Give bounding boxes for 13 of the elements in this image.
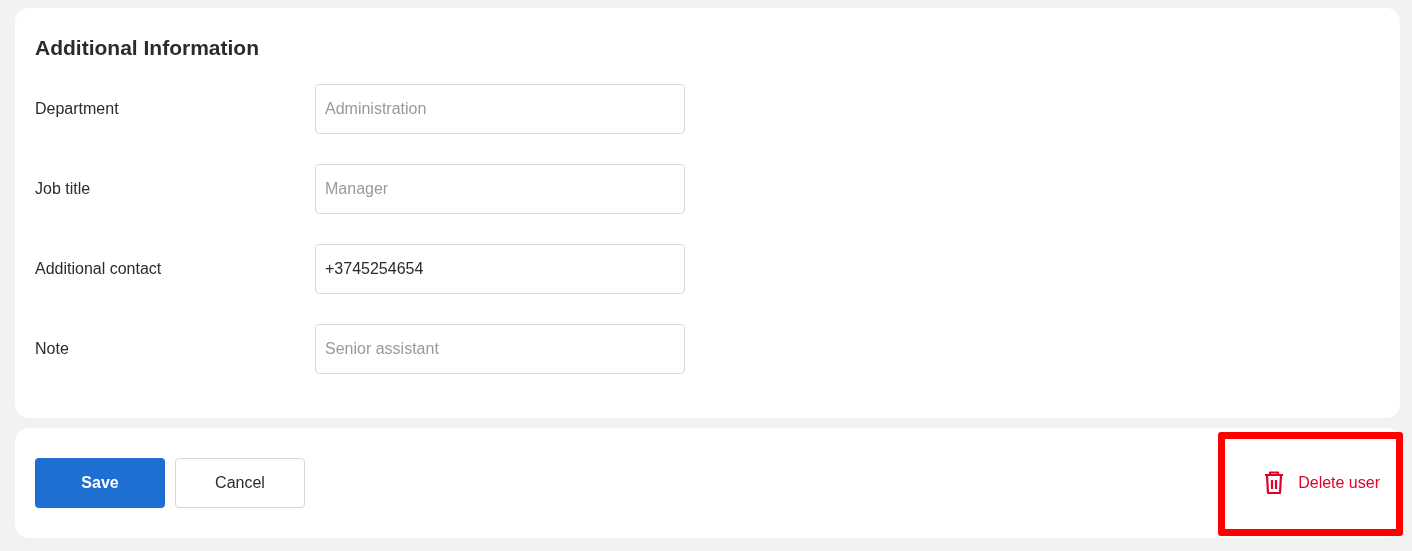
input-field[interactable]: Administration <box>315 84 685 134</box>
input-field[interactable]: +3745254654 <box>315 244 685 294</box>
field-label: Note <box>35 340 70 358</box>
field-label: Job title <box>35 180 92 198</box>
input-field[interactable]: Manager <box>315 164 685 214</box>
delete-button[interactable]: Delete user <box>1264 467 1380 499</box>
save-button[interactable]: Save <box>35 458 165 508</box>
cancel-button[interactable]: Cancel <box>175 458 305 508</box>
field-label: Department <box>35 100 120 118</box>
field-label: Additional contact <box>35 260 163 278</box>
section-title: Additional Information <box>35 36 260 60</box>
trash-icon <box>1264 471 1285 495</box>
input-field[interactable]: Senior assistant <box>315 324 685 374</box>
